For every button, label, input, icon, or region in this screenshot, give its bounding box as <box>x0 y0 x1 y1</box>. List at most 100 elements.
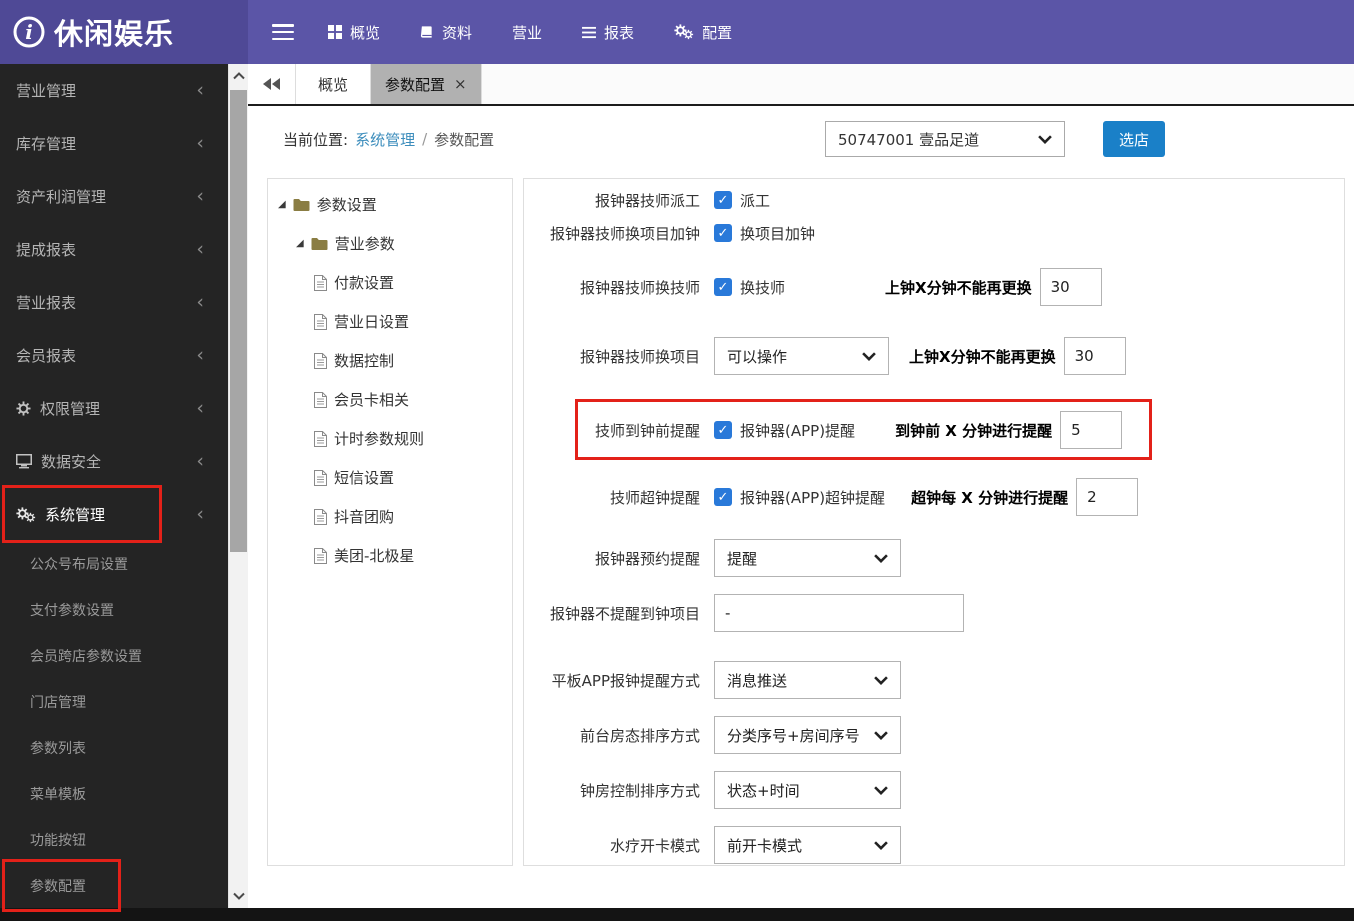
nav-item-overview[interactable]: 概览 <box>328 22 380 43</box>
tree-leaf-timing-param-rules[interactable]: 计时参数规则 <box>268 419 512 458</box>
store-select[interactable]: 50747001 壹品足道 <box>825 121 1065 157</box>
nav-item-config[interactable]: 配置 <box>674 22 732 43</box>
nav-item-business[interactable]: 营业 <box>512 22 542 43</box>
change-project-addclock-checkbox-label[interactable]: 换项目加钟 <box>740 223 815 244</box>
brand-logo[interactable]: i 休闲娱乐 <box>0 0 248 64</box>
sidebar-item-label: 营业管理 <box>16 82 77 100</box>
sidebar-subitem-label: 支付参数设置 <box>30 603 114 619</box>
minutes-no-change-input[interactable] <box>1039 268 1102 306</box>
dispatch-checkbox-label[interactable]: 派工 <box>740 190 770 211</box>
chevron-left-icon: ‹ <box>196 132 204 154</box>
tree-leaf-douyin-groupbuy[interactable]: 抖音团购 <box>268 497 512 536</box>
form-row-label: 技师超钟提醒 <box>609 488 700 507</box>
sidebar-subitem-function-buttons[interactable]: 功能按钮 <box>0 817 228 863</box>
spa-card-mode-select[interactable]: 前开卡模式 <box>714 826 901 864</box>
chevron-down-icon <box>874 553 888 563</box>
clock-room-sort-select[interactable]: 状态+时间 <box>714 771 901 809</box>
sidebar-item-inventory-mgmt[interactable]: 库存管理 ‹ <box>0 117 228 170</box>
tree-expand-icon[interactable]: ◢ <box>296 238 304 249</box>
tree-expand-icon[interactable]: ◢ <box>278 199 286 210</box>
preclock-remind-checkbox-label[interactable]: 报钟器(APP)提醒 <box>740 420 855 441</box>
tree-node-param-settings[interactable]: ◢ 参数设置 <box>268 185 512 224</box>
breadcrumb-link-system-mgmt[interactable]: 系统管理 <box>355 129 415 150</box>
tab-param-config[interactable]: 参数配置 <box>371 64 482 104</box>
sidebar-item-permission-mgmt[interactable]: 权限管理 ‹ <box>0 382 228 435</box>
tree-leaf-payment-settings[interactable]: 付款设置 <box>268 263 512 302</box>
document-icon <box>314 352 327 369</box>
chevron-down-icon <box>862 351 876 361</box>
breadcrumb: 当前位置: 系统管理 / 参数配置 <box>283 120 494 158</box>
sidebar-subitem-label: 公众号布局设置 <box>30 557 128 573</box>
close-tab-icon[interactable] <box>454 77 467 92</box>
breadcrumb-separator: / <box>422 130 428 148</box>
nav-item-reports[interactable]: 报表 <box>582 22 634 43</box>
tree-node-business-params[interactable]: ◢ 营业参数 <box>268 224 512 263</box>
nav-item-data[interactable]: 资料 <box>420 22 472 43</box>
change-project-addclock-checkbox[interactable] <box>714 224 732 242</box>
sidebar-subitem-payment-params[interactable]: 支付参数设置 <box>0 587 228 633</box>
sidebar-item-label: 资产利润管理 <box>16 188 107 206</box>
preclock-minutes-input[interactable] <box>1060 411 1123 449</box>
tablet-remind-mode-select[interactable]: 消息推送 <box>714 661 901 699</box>
scrollbar-thumb[interactable] <box>230 90 247 552</box>
form-row-change-technician: 报钟器技师换技师 换技师 上钟X分钟不能再更换 <box>524 268 1344 306</box>
sidebar-item-commission-report[interactable]: 提成报表 ‹ <box>0 223 228 276</box>
sidebar-subitem-member-crossstore-params[interactable]: 会员跨店参数设置 <box>0 633 228 679</box>
tree-leaf-sms-settings[interactable]: 短信设置 <box>268 458 512 497</box>
sidebar-item-label: 权限管理 <box>40 400 101 418</box>
overclock-remind-checkbox-label[interactable]: 报钟器(APP)超钟提醒 <box>740 487 885 508</box>
brand-logo-icon: i <box>12 15 46 49</box>
sidebar: 营业管理 ‹ 库存管理 ‹ 资产利润管理 ‹ 提成报表 ‹ 营业报表 ‹ 会员报… <box>0 64 228 921</box>
sidebar-subitem-store-mgmt[interactable]: 门店管理 <box>0 679 228 725</box>
change-project-select[interactable]: 可以操作 <box>714 337 889 375</box>
param-tree-panel: ◢ 参数设置 ◢ 营业参数 付款设置 营业日设置 数据控制 会员卡相关 计时参数… <box>267 178 513 866</box>
chevron-left-icon: ‹ <box>196 397 204 419</box>
choose-store-button[interactable]: 选店 <box>1103 121 1165 157</box>
document-icon <box>314 274 327 291</box>
form-row-label: 报钟器技师换技师 <box>579 278 700 297</box>
sidebar-item-business-report[interactable]: 营业报表 ‹ <box>0 276 228 329</box>
change-technician-checkbox-label[interactable]: 换技师 <box>740 277 785 298</box>
tree-leaf-meituan-polestar[interactable]: 美团-北极星 <box>268 536 512 575</box>
sidebar-item-label: 数据安全 <box>41 453 102 471</box>
change-technician-checkbox[interactable] <box>714 278 732 296</box>
overclock-minutes-input[interactable] <box>1076 478 1139 516</box>
form-row-change-project: 报钟器技师换项目 可以操作 上钟X分钟不能再更换 <box>524 337 1344 375</box>
overclock-remind-checkbox[interactable] <box>714 488 732 506</box>
sidebar-item-member-report[interactable]: 会员报表 ‹ <box>0 329 228 382</box>
tree-leaf-member-card[interactable]: 会员卡相关 <box>268 380 512 419</box>
chevron-down-icon <box>1038 134 1052 144</box>
sidebar-item-data-security[interactable]: 数据安全 ‹ <box>0 435 228 488</box>
document-icon <box>314 430 327 447</box>
sidebar-item-asset-profit-mgmt[interactable]: 资产利润管理 ‹ <box>0 170 228 223</box>
select-value: 分类序号+房间序号 <box>727 726 860 745</box>
sidebar-subitem-menu-template[interactable]: 菜单模板 <box>0 771 228 817</box>
sidebar-subitem-param-list[interactable]: 参数列表 <box>0 725 228 771</box>
sidebar-toggle-button[interactable] <box>272 24 294 40</box>
preclock-remind-checkbox[interactable] <box>714 421 732 439</box>
book-icon <box>420 25 434 39</box>
form-row-label: 报钟器技师换项目加钟 <box>549 224 700 243</box>
sidebar-item-label: 库存管理 <box>16 135 77 153</box>
tree-leaf-data-control[interactable]: 数据控制 <box>268 341 512 380</box>
sidebar-subitem-param-config[interactable]: 参数配置 <box>0 863 228 909</box>
breadcrumb-current: 参数配置 <box>434 130 495 149</box>
sidebar-item-system-mgmt[interactable]: 系统管理 ‹ <box>0 488 228 541</box>
scroll-up-button[interactable] <box>229 64 249 88</box>
sidebar-subitem-official-account-layout[interactable]: 公众号布局设置 <box>0 541 228 587</box>
form-row-clock-room-sort: 钟房控制排序方式 状态+时间 <box>524 771 1344 809</box>
sidebar-scrollbar[interactable] <box>228 64 248 908</box>
sidebar-item-label: 营业报表 <box>16 294 77 312</box>
front-room-sort-select[interactable]: 分类序号+房间序号 <box>714 716 901 754</box>
nav-item-label: 报表 <box>604 23 635 42</box>
no-remind-projects-input[interactable] <box>714 594 964 632</box>
reservation-remind-select[interactable]: 提醒 <box>714 539 901 577</box>
scroll-down-button[interactable] <box>229 884 249 908</box>
minutes-no-change-input[interactable] <box>1063 337 1126 375</box>
tabs-back-button[interactable] <box>248 64 296 104</box>
app-window: i 休闲娱乐 概览 资料 营业 报表 配置 营业管理 ‹ 库存管理 ‹ 资产利润… <box>0 0 1354 921</box>
tab-overview[interactable]: 概览 <box>296 64 372 104</box>
tree-leaf-business-day-settings[interactable]: 营业日设置 <box>268 302 512 341</box>
sidebar-item-business-mgmt[interactable]: 营业管理 ‹ <box>0 64 228 117</box>
dispatch-checkbox[interactable] <box>714 191 732 209</box>
